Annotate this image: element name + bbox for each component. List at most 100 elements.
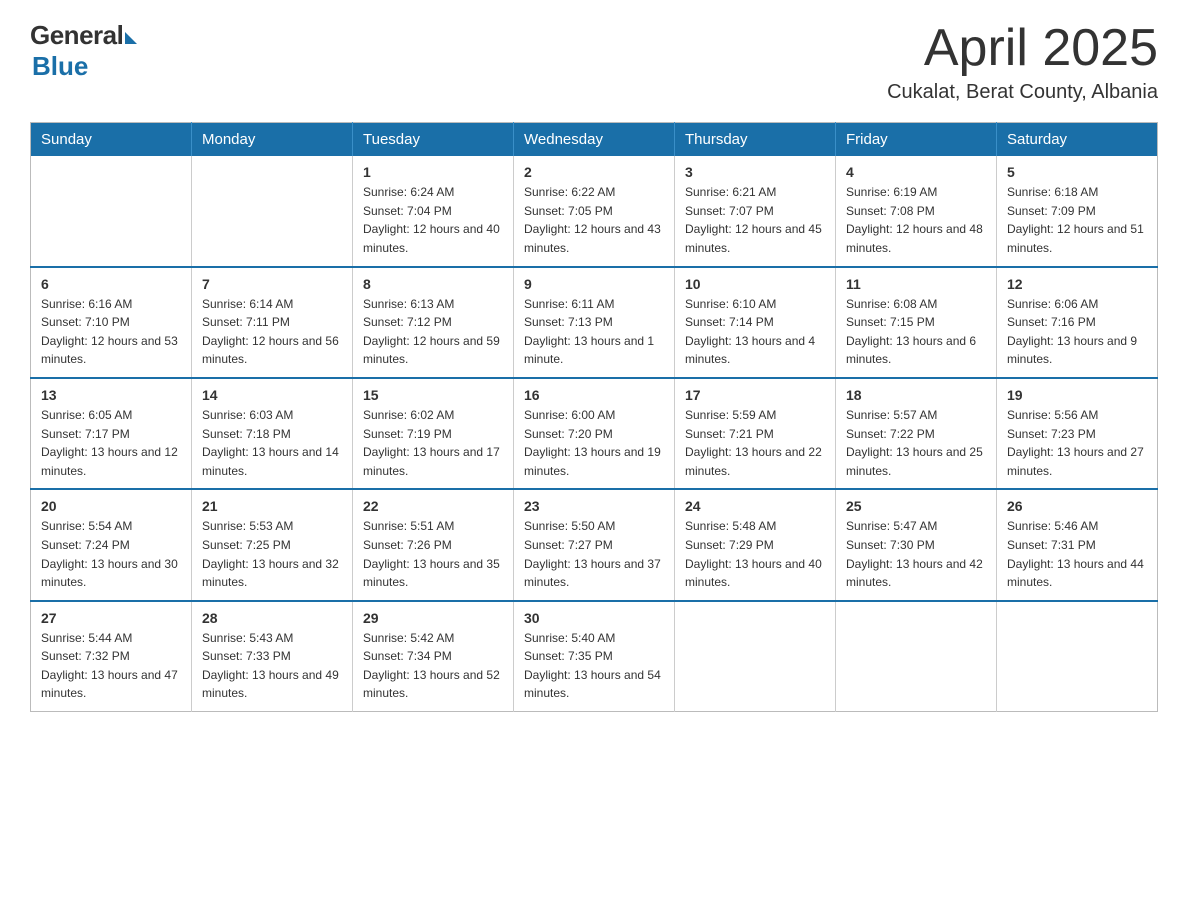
calendar-cell (675, 601, 836, 712)
calendar-header-friday: Friday (836, 123, 997, 157)
day-number: 4 (846, 164, 986, 180)
day-info: Sunrise: 6:02 AMSunset: 7:19 PMDaylight:… (363, 406, 503, 480)
calendar-header-monday: Monday (192, 123, 353, 157)
day-number: 24 (685, 498, 825, 514)
calendar-cell: 15Sunrise: 6:02 AMSunset: 7:19 PMDayligh… (353, 378, 514, 489)
calendar-header-row: SundayMondayTuesdayWednesdayThursdayFrid… (31, 123, 1158, 157)
calendar-cell: 11 Sunrise: 6:08 AMSunset: 7:15 PMDayligh… (836, 267, 997, 378)
day-info: Sunrise: 5:47 AMSunset: 7:30 PMDaylight:… (846, 517, 986, 591)
day-number: 20 (41, 498, 181, 514)
calendar-cell: 22 Sunrise: 5:51 AMSunset: 7:26 PMDayligh… (353, 489, 514, 600)
day-info: Sunrise: 6:18 AMSunset: 7:09 PMDaylight:… (1007, 183, 1147, 257)
calendar-cell: 24 Sunrise: 5:48 AMSunset: 7:29 PMDayligh… (675, 489, 836, 600)
day-info: Sunrise: 5:46 AMSunset: 7:31 PMDaylight:… (1007, 517, 1147, 591)
day-number: 2 (524, 164, 664, 180)
day-info: Sunrise: 6:16 AMSunset: 7:10 PMDaylight:… (41, 295, 181, 369)
day-number: 11 (846, 276, 986, 292)
day-number: 3 (685, 164, 825, 180)
day-info: Sunrise: 5:42 AMSunset: 7:34 PMDaylight:… (363, 629, 503, 703)
calendar-cell: 1Sunrise: 6:24 AMSunset: 7:04 PMDaylight… (353, 156, 514, 266)
day-number: 1 (363, 164, 503, 180)
day-number: 10 (685, 276, 825, 292)
calendar-header-sunday: Sunday (31, 123, 192, 157)
calendar-cell: 12Sunrise: 6:06 AMSunset: 7:16 PMDayligh… (997, 267, 1158, 378)
day-info: Sunrise: 5:48 AMSunset: 7:29 PMDaylight:… (685, 517, 825, 591)
calendar-cell: 2 Sunrise: 6:22 AMSunset: 7:05 PMDaylight… (514, 156, 675, 266)
day-info: Sunrise: 5:51 AMSunset: 7:26 PMDaylight:… (363, 517, 503, 591)
calendar-cell: 27Sunrise: 5:44 AMSunset: 7:32 PMDayligh… (31, 601, 192, 712)
calendar-week-row: 1Sunrise: 6:24 AMSunset: 7:04 PMDaylight… (31, 156, 1158, 266)
day-number: 5 (1007, 164, 1147, 180)
day-info: Sunrise: 5:59 AMSunset: 7:21 PMDaylight:… (685, 406, 825, 480)
calendar-cell: 18 Sunrise: 5:57 AMSunset: 7:22 PMDayligh… (836, 378, 997, 489)
day-number: 23 (524, 498, 664, 514)
calendar-cell: 29Sunrise: 5:42 AMSunset: 7:34 PMDayligh… (353, 601, 514, 712)
calendar-week-row: 27Sunrise: 5:44 AMSunset: 7:32 PMDayligh… (31, 601, 1158, 712)
day-info: Sunrise: 6:08 AMSunset: 7:15 PMDaylight:… (846, 295, 986, 369)
calendar-table: SundayMondayTuesdayWednesdayThursdayFrid… (30, 122, 1158, 712)
day-number: 14 (202, 387, 342, 403)
day-info: Sunrise: 5:40 AMSunset: 7:35 PMDaylight:… (524, 629, 664, 703)
day-number: 16 (524, 387, 664, 403)
day-info: Sunrise: 5:43 AMSunset: 7:33 PMDaylight:… (202, 629, 342, 703)
day-info: Sunrise: 6:10 AMSunset: 7:14 PMDaylight:… (685, 295, 825, 369)
calendar-cell: 23 Sunrise: 5:50 AMSunset: 7:27 PMDayligh… (514, 489, 675, 600)
day-number: 22 (363, 498, 503, 514)
day-number: 7 (202, 276, 342, 292)
day-info: Sunrise: 6:11 AMSunset: 7:13 PMDaylight:… (524, 295, 664, 369)
calendar-cell (997, 601, 1158, 712)
calendar-week-row: 20 Sunrise: 5:54 AMSunset: 7:24 PMDayligh… (31, 489, 1158, 600)
day-info: Sunrise: 6:00 AMSunset: 7:20 PMDaylight:… (524, 406, 664, 480)
day-info: Sunrise: 6:13 AMSunset: 7:12 PMDaylight:… (363, 295, 503, 369)
day-info: Sunrise: 5:57 AMSunset: 7:22 PMDaylight:… (846, 406, 986, 480)
calendar-cell: 10 Sunrise: 6:10 AMSunset: 7:14 PMDayligh… (675, 267, 836, 378)
day-number: 6 (41, 276, 181, 292)
page-header: General Blue April 2025 Cukalat, Berat C… (30, 20, 1158, 104)
calendar-cell: 17 Sunrise: 5:59 AMSunset: 7:21 PMDayligh… (675, 378, 836, 489)
day-info: Sunrise: 6:19 AMSunset: 7:08 PMDaylight:… (846, 183, 986, 257)
day-number: 9 (524, 276, 664, 292)
calendar-cell (31, 156, 192, 266)
calendar-cell: 4 Sunrise: 6:19 AMSunset: 7:08 PMDaylight… (836, 156, 997, 266)
calendar-cell: 13Sunrise: 6:05 AMSunset: 7:17 PMDayligh… (31, 378, 192, 489)
logo-general-text: General (30, 20, 123, 51)
day-number: 25 (846, 498, 986, 514)
day-number: 26 (1007, 498, 1147, 514)
day-number: 17 (685, 387, 825, 403)
calendar-cell: 5 Sunrise: 6:18 AMSunset: 7:09 PMDaylight… (997, 156, 1158, 266)
day-number: 8 (363, 276, 503, 292)
day-number: 19 (1007, 387, 1147, 403)
logo: General Blue (30, 20, 137, 82)
day-info: Sunrise: 5:56 AMSunset: 7:23 PMDaylight:… (1007, 406, 1147, 480)
day-info: Sunrise: 6:22 AMSunset: 7:05 PMDaylight:… (524, 183, 664, 257)
calendar-cell: 14 Sunrise: 6:03 AMSunset: 7:18 PMDayligh… (192, 378, 353, 489)
calendar-cell: 6 Sunrise: 6:16 AMSunset: 7:10 PMDaylight… (31, 267, 192, 378)
day-number: 21 (202, 498, 342, 514)
day-info: Sunrise: 5:50 AMSunset: 7:27 PMDaylight:… (524, 517, 664, 591)
calendar-cell: 19 Sunrise: 5:56 AMSunset: 7:23 PMDayligh… (997, 378, 1158, 489)
logo-blue-text: Blue (32, 51, 88, 82)
day-number: 27 (41, 610, 181, 626)
calendar-cell (192, 156, 353, 266)
calendar-week-row: 13Sunrise: 6:05 AMSunset: 7:17 PMDayligh… (31, 378, 1158, 489)
day-number: 18 (846, 387, 986, 403)
title-section: April 2025 Cukalat, Berat County, Albani… (887, 20, 1158, 104)
calendar-cell: 9 Sunrise: 6:11 AMSunset: 7:13 PMDaylight… (514, 267, 675, 378)
day-info: Sunrise: 5:54 AMSunset: 7:24 PMDaylight:… (41, 517, 181, 591)
calendar-cell: 30Sunrise: 5:40 AMSunset: 7:35 PMDayligh… (514, 601, 675, 712)
day-number: 13 (41, 387, 181, 403)
calendar-cell: 16 Sunrise: 6:00 AMSunset: 7:20 PMDayligh… (514, 378, 675, 489)
calendar-cell: 25 Sunrise: 5:47 AMSunset: 7:30 PMDayligh… (836, 489, 997, 600)
logo-arrow-icon (125, 32, 137, 44)
calendar-header-tuesday: Tuesday (353, 123, 514, 157)
day-info: Sunrise: 5:53 AMSunset: 7:25 PMDaylight:… (202, 517, 342, 591)
day-number: 12 (1007, 276, 1147, 292)
calendar-cell: 26 Sunrise: 5:46 AMSunset: 7:31 PMDayligh… (997, 489, 1158, 600)
main-title: April 2025 (887, 20, 1158, 77)
calendar-week-row: 6 Sunrise: 6:16 AMSunset: 7:10 PMDaylight… (31, 267, 1158, 378)
calendar-header-thursday: Thursday (675, 123, 836, 157)
calendar-cell (836, 601, 997, 712)
day-info: Sunrise: 6:03 AMSunset: 7:18 PMDaylight:… (202, 406, 342, 480)
subtitle: Cukalat, Berat County, Albania (887, 81, 1158, 104)
calendar-cell: 20 Sunrise: 5:54 AMSunset: 7:24 PMDayligh… (31, 489, 192, 600)
